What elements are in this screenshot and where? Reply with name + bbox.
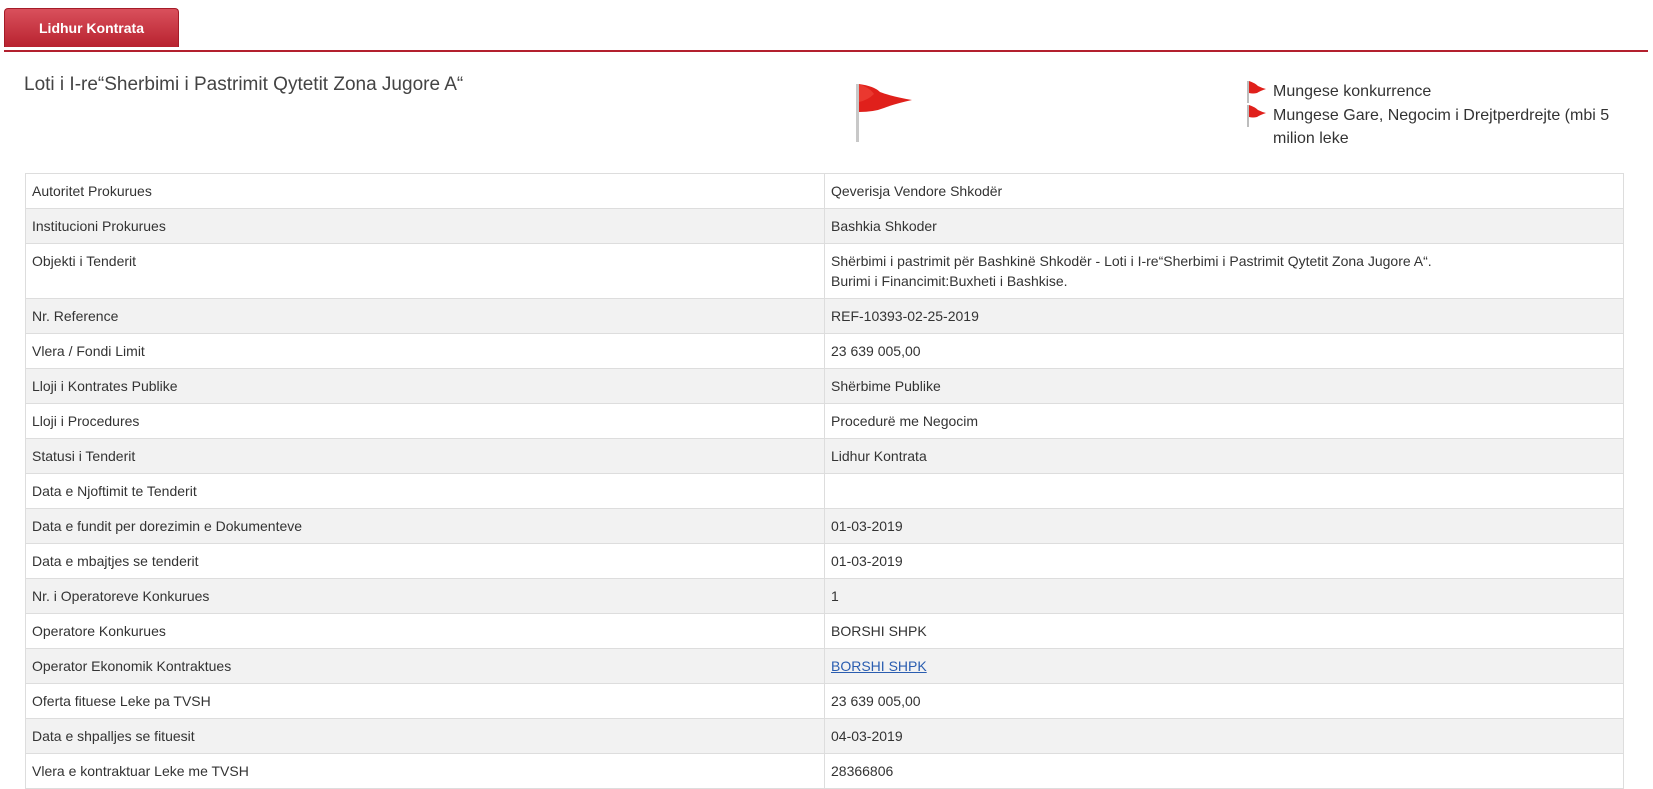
contractor-link[interactable]: BORSHI SHPK [831,658,927,674]
tender-object-text: Shërbimi i pastrimit për Bashkinë Shkodë… [831,253,1432,269]
row-value: Shërbimi i pastrimit për Bashkinë Shkodë… [824,243,1624,299]
table-row: Nr. i Operatoreve Konkurues 1 [25,578,1624,614]
table-row: Autoritet Prokurues Qeverisja Vendore Sh… [25,173,1624,209]
row-label: Data e shpalljes se fituesit [25,718,825,754]
row-value: 1 [824,578,1624,614]
row-label: Institucioni Prokurues [25,208,825,244]
tab-lidhur-kontrata[interactable]: Lidhur Kontrata [4,8,179,47]
table-row: Vlera e kontraktuar Leke me TVSH 2836680… [25,753,1624,789]
row-value: Qeverisja Vendore Shkodër [824,173,1624,209]
financing-source-text: Burimi i Financimit:Buxheti i Bashkise. [831,273,1068,289]
row-label: Nr. Reference [25,298,825,334]
row-label: Operatore Konkurues [25,613,825,649]
row-value: 04-03-2019 [824,718,1624,754]
tender-details-table: Autoritet Prokurues Qeverisja Vendore Sh… [25,173,1624,789]
table-row: Oferta fituese Leke pa TVSH 23 639 005,0… [25,683,1624,719]
row-value: Bashkia Shkoder [824,208,1624,244]
row-label: Objekti i Tenderit [25,243,825,299]
table-row: Lloji i Procedures Procedurë me Negocim [25,403,1624,439]
row-value: 23 639 005,00 [824,683,1624,719]
row-value: 01-03-2019 [824,508,1624,544]
table-row: Operatore Konkurues BORSHI SHPK [25,613,1624,649]
table-row: Objekti i Tenderit Shërbimi i pastrimit … [25,243,1624,299]
table-row: Lloji i Kontrates Publike Shërbime Publi… [25,368,1624,404]
row-label: Nr. i Operatoreve Konkurues [25,578,825,614]
row-label: Vlera e kontraktuar Leke me TVSH [25,753,825,789]
table-row: Vlera / Fondi Limit 23 639 005,00 [25,333,1624,369]
row-label: Lloji i Kontrates Publike [25,368,825,404]
row-value: BORSHI SHPK [824,613,1624,649]
row-value: Procedurë me Negocim [824,403,1624,439]
table-row: Institucioni Prokurues Bashkia Shkoder [25,208,1624,244]
row-label: Lloji i Procedures [25,403,825,439]
row-label: Data e mbajtjes se tenderit [25,543,825,579]
table-row: Data e shpalljes se fituesit 04-03-2019 [25,718,1624,754]
table-row: Data e Njoftimit te Tenderit [25,473,1624,509]
table-row: Data e mbajtjes se tenderit 01-03-2019 [25,543,1624,579]
flag-legend-item: Mungese konkurrence [1245,80,1615,103]
row-value: Lidhur Kontrata [824,438,1624,474]
flag-legend-label: Mungese Gare, Negocim i Drejtperdrejte (… [1273,107,1610,147]
flag-legend-label: Mungese konkurrence [1273,83,1432,100]
row-label: Data e Njoftimit te Tenderit [25,473,825,509]
row-value [824,473,1624,509]
row-label: Data e fundit per dorezimin e Dokumentev… [25,508,825,544]
row-label: Statusi i Tenderit [25,438,825,474]
page-title: Loti i I-re“Sherbimi i Pastrimit Qytetit… [24,74,464,95]
table-row: Nr. Reference REF-10393-02-25-2019 [25,298,1624,334]
row-value: 01-03-2019 [824,543,1624,579]
small-red-flag-icon [1247,81,1266,103]
row-value: BORSHI SHPK [824,648,1624,684]
row-value: 23 639 005,00 [824,333,1624,369]
row-value: 28366806 [824,753,1624,789]
row-label: Autoritet Prokurues [25,173,825,209]
small-red-flag-icon [1247,105,1266,127]
tab-bar: Lidhur Kontrata [4,8,1648,52]
table-row: Operator Ekonomik Kontraktues BORSHI SHP… [25,648,1624,684]
flag-legend: Mungese konkurrence Mungese Gare, Negoci… [1245,80,1615,151]
row-label: Operator Ekonomik Kontraktues [25,648,825,684]
row-label: Vlera / Fondi Limit [25,333,825,369]
row-value: REF-10393-02-25-2019 [824,298,1624,334]
red-flag-icon [856,84,912,142]
table-row: Data e fundit per dorezimin e Dokumentev… [25,508,1624,544]
row-label: Oferta fituese Leke pa TVSH [25,683,825,719]
row-value: Shërbime Publike [824,368,1624,404]
table-row: Statusi i Tenderit Lidhur Kontrata [25,438,1624,474]
flag-legend-item: Mungese Gare, Negocim i Drejtperdrejte (… [1245,104,1615,150]
